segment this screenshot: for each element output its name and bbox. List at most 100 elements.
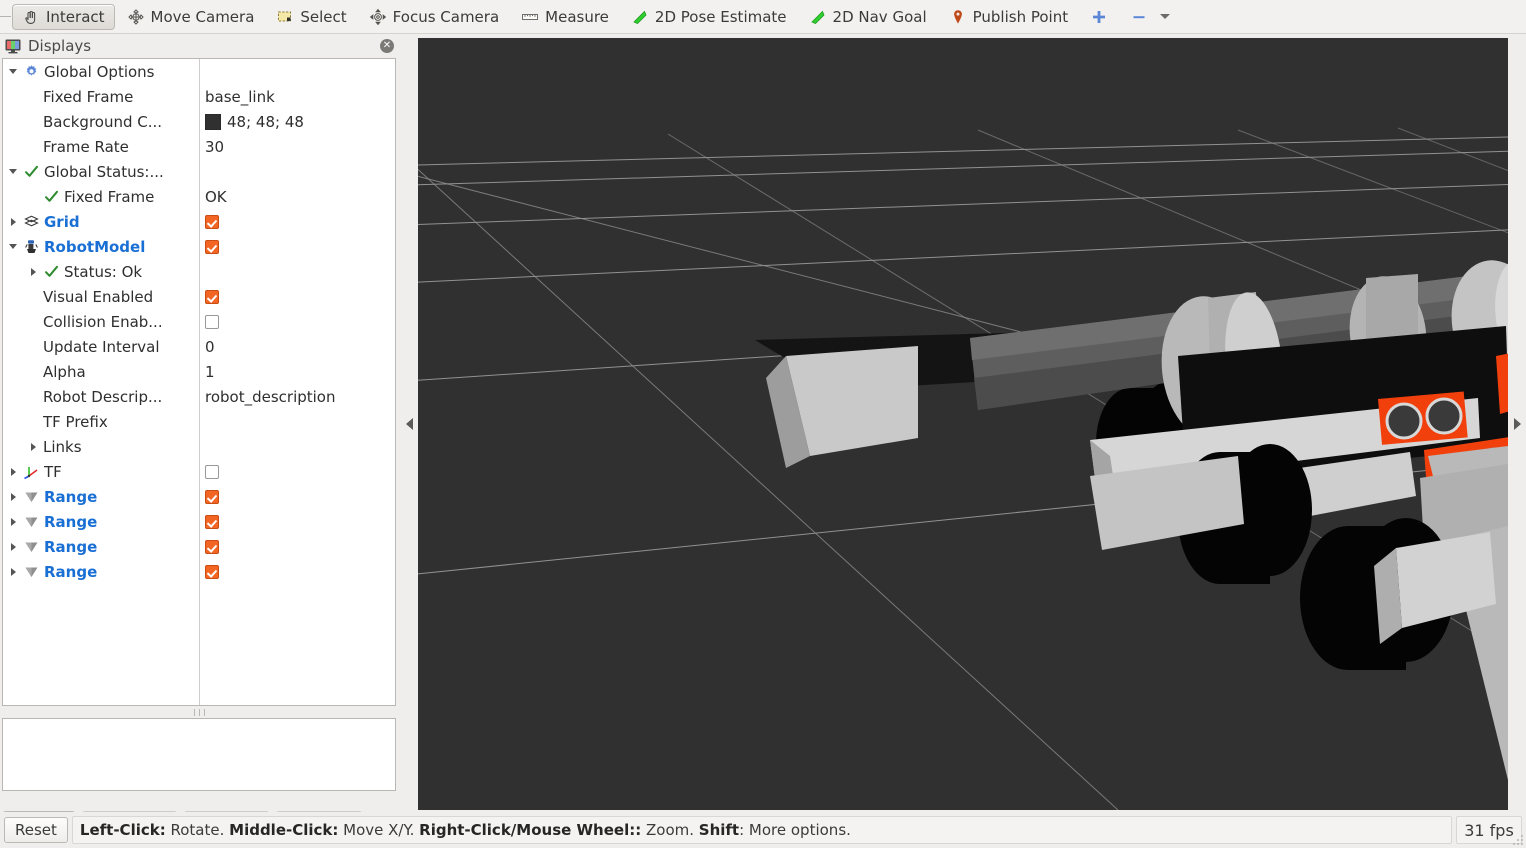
expander-placeholder (27, 134, 39, 159)
tool-2d-nav-goal[interactable]: 2D Nav Goal (799, 4, 937, 30)
tree-row-name-cell: Grid (3, 209, 200, 234)
expander-right-icon[interactable] (7, 534, 19, 559)
displays-tree[interactable]: Global Options Fixed Frame base_link Backgr… (2, 58, 396, 706)
tree-row-value-cell[interactable]: robot_description (200, 384, 395, 409)
tree-row-value-cell[interactable] (200, 534, 395, 559)
tree-row-value-cell[interactable]: 1 (200, 359, 395, 384)
tree-row-value-cell[interactable] (200, 434, 395, 459)
tool-interact[interactable]: Interact (12, 3, 115, 30)
expander-right-icon[interactable] (7, 459, 19, 484)
3d-render-view[interactable] (418, 38, 1508, 810)
expander-down-icon[interactable] (7, 234, 19, 259)
tree-row-value-cell[interactable] (200, 559, 395, 584)
status-bar: Reset Left-Click: Rotate. Middle-Click: … (0, 812, 1526, 848)
panel-splitter[interactable] (2, 708, 396, 716)
expander-placeholder (27, 84, 39, 109)
tree-row-value-cell[interactable]: 48; 48; 48 (200, 109, 395, 134)
status-hint-segment: Zoom. (641, 821, 699, 839)
tree-row-value: 30 (205, 137, 225, 156)
expander-right-icon[interactable] (7, 509, 19, 534)
tree-row-label: TF (44, 462, 62, 481)
visibility-checkbox[interactable] (205, 214, 219, 229)
close-icon[interactable]: ✕ (380, 39, 394, 53)
move-camera-icon (127, 8, 145, 26)
right-panel-collapse-handle[interactable] (1508, 38, 1526, 810)
expander-right-icon[interactable] (7, 559, 19, 584)
tree-row-value: OK (205, 187, 227, 206)
toolbar-drag-handle[interactable] (0, 0, 12, 34)
tree-row-value-cell[interactable] (200, 259, 395, 284)
color-swatch[interactable] (205, 113, 221, 130)
tree-row-value-cell[interactable]: 0 (200, 334, 395, 359)
status-hint-segment: Left-Click: (79, 821, 166, 839)
tree-row-label: Range (44, 562, 98, 581)
visibility-checkbox[interactable] (205, 514, 219, 529)
resize-grip-icon[interactable] (1512, 834, 1524, 846)
tool-focus-camera[interactable]: Focus Camera (359, 4, 509, 30)
tool-2d-pose-estimate[interactable]: 2D Pose Estimate (621, 4, 797, 30)
tree-row-name-cell: Range (3, 559, 200, 584)
tool-measure[interactable]: Measure (511, 4, 619, 30)
tree-row-value-cell[interactable] (200, 459, 395, 484)
tree-row-name-cell: Links (3, 434, 200, 459)
tree-row-value-cell[interactable] (200, 59, 395, 84)
tree-row-name-cell: TF (3, 459, 200, 484)
green-arrow-icon (809, 8, 827, 26)
add-tool-button[interactable] (1080, 4, 1118, 30)
tree-row-name-cell: Frame Rate (3, 134, 200, 159)
visibility-checkbox[interactable] (205, 489, 219, 504)
left-panel-collapse-handle[interactable] (400, 38, 418, 810)
chevron-right-icon (1513, 418, 1521, 430)
status-hint-segment: Move X/Y. (338, 821, 420, 839)
tree-row-value-cell[interactable] (200, 509, 395, 534)
expander-right-icon[interactable] (7, 209, 19, 234)
tree-row-value-cell[interactable] (200, 284, 395, 309)
tree-row-label: Robot Descrip... (43, 387, 163, 406)
tree-row-value-cell[interactable]: 30 (200, 134, 395, 159)
expander-placeholder (27, 334, 39, 359)
minus-icon (1130, 8, 1148, 26)
status-hint-segment: Right-Click/Mouse Wheel:: (419, 821, 642, 839)
tree-row-value-cell[interactable] (200, 234, 395, 259)
tree-row-value-cell[interactable] (200, 159, 395, 184)
chevron-down-icon (1160, 14, 1171, 19)
visibility-checkbox[interactable] (205, 239, 219, 254)
check-icon (43, 263, 60, 280)
tree-row-value-cell[interactable] (200, 409, 395, 434)
rviz-window: Interact Move Camera Select Focus Camera (0, 0, 1526, 848)
tree-row-value-cell[interactable]: OK (200, 184, 395, 209)
tool-select[interactable]: Select (266, 4, 356, 30)
tree-row-label: RobotModel (44, 237, 146, 256)
visibility-checkbox[interactable] (205, 464, 219, 479)
tree-row-value-cell[interactable]: base_link (200, 84, 395, 109)
expander-down-icon[interactable] (7, 59, 19, 84)
expander-placeholder (27, 359, 39, 384)
expander-down-icon[interactable] (7, 159, 19, 184)
expander-right-icon[interactable] (27, 259, 39, 284)
check-icon (23, 163, 40, 180)
tree-row-value-cell[interactable] (200, 484, 395, 509)
tree-row-name-cell: Update Interval (3, 334, 200, 359)
expander-placeholder (27, 384, 39, 409)
tree-row-label: Range (44, 487, 98, 506)
tree-row-name-cell: RobotModel (3, 234, 200, 259)
visibility-checkbox[interactable] (205, 314, 219, 329)
tool-publish-point[interactable]: Publish Point (939, 4, 1078, 30)
tree-row-label: Range (44, 512, 98, 531)
tf-axes-icon (23, 463, 40, 480)
tree-column-splitter[interactable] (199, 59, 200, 705)
expander-right-icon[interactable] (7, 484, 19, 509)
tool-move-camera[interactable]: Move Camera (117, 4, 265, 30)
monitor-icon (4, 37, 22, 55)
visibility-checkbox[interactable] (205, 289, 219, 304)
visibility-checkbox[interactable] (205, 564, 219, 579)
expander-right-icon[interactable] (27, 434, 39, 459)
range-cone-icon (23, 538, 40, 555)
reset-button[interactable]: Reset (4, 817, 68, 843)
visibility-checkbox[interactable] (205, 539, 219, 554)
tree-row-label: Visual Enabled (43, 287, 154, 306)
tree-row-value-cell[interactable] (200, 209, 395, 234)
tree-row-value-cell[interactable] (200, 309, 395, 334)
toolbar-overflow-button[interactable] (1120, 4, 1180, 30)
tree-row-label: Alpha (43, 362, 86, 381)
